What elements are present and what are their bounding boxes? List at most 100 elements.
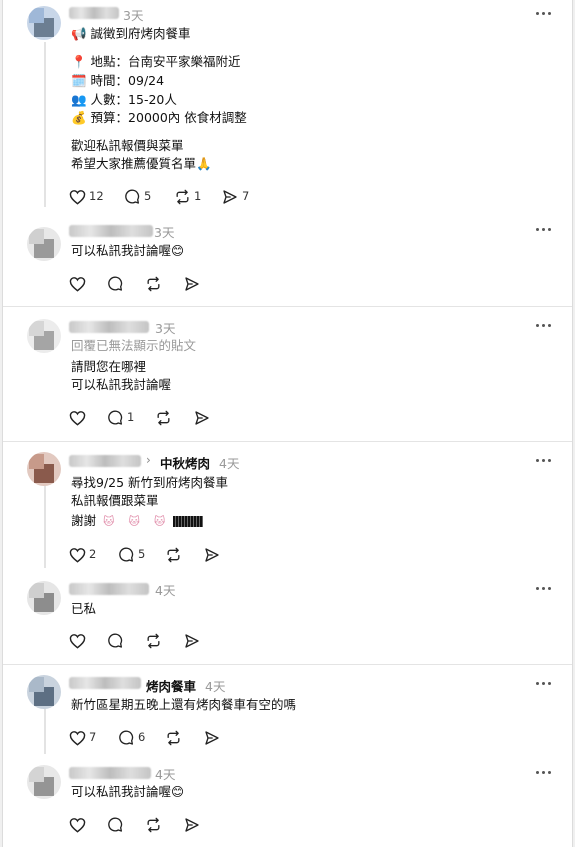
post-3: › 中秋烤肉 4天 尋找9/25 新竹到府烤肉餐車 私訊報價跟菜單 謝謝 🐱 🐱… <box>3 442 572 571</box>
post-time[interactable]: 4天 <box>205 676 225 695</box>
more-icon[interactable] <box>536 682 552 686</box>
reply-button[interactable] <box>107 631 142 651</box>
post-time[interactable]: 4天 <box>155 764 175 783</box>
send-icon <box>205 731 219 745</box>
send-icon <box>195 411 209 425</box>
avatar[interactable] <box>27 6 61 40</box>
post-text-line: 📍 地點：台南安平家樂福附近 <box>71 54 241 69</box>
censored-emoji <box>173 516 204 527</box>
like-button[interactable] <box>69 274 109 294</box>
avatar[interactable] <box>27 675 61 709</box>
repost-button[interactable]: 1 <box>174 187 209 207</box>
reply-count: 5 <box>138 547 146 561</box>
post-text-line: 可以私訊我討論喔😊 <box>71 784 185 799</box>
like-button[interactable]: 2 <box>69 545 109 565</box>
heart-icon <box>69 277 86 292</box>
like-button[interactable] <box>69 815 109 835</box>
like-count: 12 <box>89 189 104 203</box>
reply-button[interactable]: 5 <box>124 187 159 207</box>
comment-icon <box>108 817 123 832</box>
comment-icon <box>119 547 134 562</box>
repost-icon <box>157 410 170 426</box>
more-icon[interactable] <box>536 587 552 591</box>
more-icon[interactable] <box>536 12 552 16</box>
post-5: 烤肉餐車 4天 新竹區星期五晚上還有烤肉餐車有空的嗎 7 6 <box>3 665 572 757</box>
username[interactable] <box>69 225 153 237</box>
reply-context-note[interactable]: 回覆已無法顯示的貼文 <box>71 337 196 355</box>
thread-feed: 3天 📢 誠徵到府烤肉餐車 📍 地點：台南安平家樂福附近 🗓️ 時間：09/24… <box>2 0 573 847</box>
username[interactable] <box>69 321 149 333</box>
post-actions <box>69 631 269 651</box>
hello-kitty-emoji: 🐱 <box>153 515 166 528</box>
post-time[interactable]: 4天 <box>219 453 239 472</box>
share-button[interactable] <box>184 274 219 294</box>
chevron-right-icon: › <box>146 453 151 467</box>
reply-button[interactable]: 5 <box>118 545 153 565</box>
share-button[interactable] <box>204 545 239 565</box>
post-time[interactable]: 4天 <box>155 580 175 599</box>
repost-button[interactable] <box>145 631 180 651</box>
send-icon <box>185 818 199 832</box>
share-button[interactable] <box>204 728 239 748</box>
share-button[interactable]: 7 <box>222 187 257 207</box>
like-count: 2 <box>89 547 97 561</box>
repost-button[interactable] <box>145 274 180 294</box>
send-icon <box>185 634 199 648</box>
post-text-line: 已私 <box>71 601 97 616</box>
comment-icon <box>108 276 123 291</box>
like-button[interactable]: 12 <box>69 187 109 207</box>
post-text-line: 新竹區星期五晚上還有烤肉餐車有空的嗎 <box>71 697 297 712</box>
repost-icon <box>167 730 180 746</box>
send-icon <box>185 277 199 291</box>
username[interactable] <box>69 677 141 689</box>
reply-button[interactable] <box>107 274 142 294</box>
reply-count: 5 <box>144 189 152 203</box>
reply-button[interactable]: 1 <box>107 408 142 428</box>
avatar[interactable] <box>27 581 61 615</box>
comment-icon <box>108 633 123 648</box>
username[interactable] <box>69 7 119 19</box>
username[interactable] <box>69 583 149 595</box>
thread-line <box>44 708 46 754</box>
avatar[interactable] <box>27 227 61 261</box>
like-button[interactable] <box>69 631 109 651</box>
post-time[interactable]: 3天 <box>123 5 143 24</box>
repost-button[interactable] <box>155 408 190 428</box>
post-text-line: 謝謝 <box>71 513 97 528</box>
topic-tag[interactable]: 烤肉餐車 <box>146 676 196 695</box>
more-icon[interactable] <box>536 459 552 463</box>
avatar[interactable] <box>27 452 61 486</box>
share-button[interactable] <box>194 408 229 428</box>
like-button[interactable] <box>69 408 109 428</box>
post-time[interactable]: 3天 <box>155 318 175 337</box>
share-count: 7 <box>242 189 250 203</box>
avatar[interactable] <box>27 765 61 799</box>
reply-button[interactable] <box>107 815 142 835</box>
share-button[interactable] <box>184 631 219 651</box>
repost-button[interactable] <box>165 728 200 748</box>
repost-button[interactable] <box>145 815 180 835</box>
like-button[interactable]: 7 <box>69 728 109 748</box>
repost-icon <box>147 633 160 649</box>
topic-tag[interactable]: 中秋烤肉 <box>160 453 210 472</box>
thread-line <box>44 484 46 568</box>
heart-icon <box>69 818 86 833</box>
comment-icon <box>119 730 134 745</box>
post-actions <box>69 815 269 835</box>
username[interactable] <box>69 767 151 779</box>
reply-button[interactable]: 6 <box>118 728 153 748</box>
username[interactable] <box>69 455 141 467</box>
post-1: 3天 可以私訊我討論喔😊 <box>3 218 572 306</box>
repost-button[interactable] <box>165 545 200 565</box>
heart-icon <box>69 634 86 649</box>
comment-icon <box>125 189 140 204</box>
more-icon[interactable] <box>536 324 552 328</box>
share-button[interactable] <box>184 815 219 835</box>
more-icon[interactable] <box>536 228 552 232</box>
post-text-line: 💰 預算：20000內 依食材調整 <box>71 110 247 125</box>
repost-count: 1 <box>194 189 202 203</box>
more-icon[interactable] <box>536 771 552 775</box>
post-text-line: 可以私訊我討論喔 <box>71 377 172 392</box>
post-time[interactable]: 3天 <box>154 222 174 241</box>
avatar[interactable] <box>27 319 61 353</box>
